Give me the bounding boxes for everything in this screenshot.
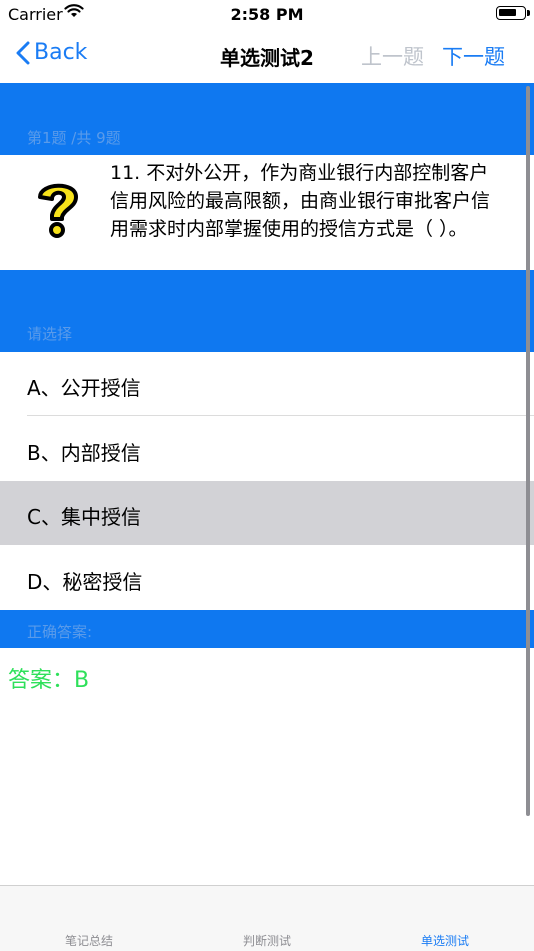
tab-notes-summary[interactable]: 笔记总结: [29, 932, 149, 949]
back-label: Back: [34, 40, 88, 65]
choices-header-band: 请选择: [0, 270, 534, 352]
option-b[interactable]: B、内部授信: [0, 417, 534, 481]
option-label: C、集中授信: [27, 505, 141, 529]
next-question-button[interactable]: 下一题: [442, 41, 505, 71]
clock: 2:58 PM: [230, 5, 304, 24]
tab-single-choice-test[interactable]: 单选测试: [385, 932, 505, 949]
scrollbar[interactable]: [526, 86, 530, 816]
option-label: D、秘密授信: [27, 570, 143, 594]
question-text: 11. 不对外公开，作为商业银行内部控制客户信用风险的最高限额，由商业银行审批客…: [110, 162, 491, 240]
question-progress: 第1题 /共 9题: [27, 129, 121, 147]
navigation-bar: Back 单选测试2 上一题 下一题: [0, 28, 534, 83]
answer-section-label: 正确答案:: [27, 623, 93, 641]
option-a[interactable]: A、公开授信: [0, 352, 534, 416]
chevron-left-icon: [16, 41, 30, 64]
question-row: 11. 不对外公开，作为商业银行内部控制客户信用风险的最高限额，由商业银行审批客…: [0, 155, 534, 270]
option-label: A、公开授信: [27, 376, 141, 400]
question-mark-icon: [30, 177, 86, 243]
tab-bar: 笔记总结 判断测试 单选测试: [0, 885, 534, 951]
answer-text: 答案：B: [8, 668, 90, 693]
status-bar: Carrier 2:58 PM: [0, 0, 534, 28]
question-header-band: 第1题 /共 9题: [0, 83, 534, 155]
tab-judgment-test[interactable]: 判断测试: [207, 932, 327, 949]
answer-header-band: 正确答案:: [0, 610, 534, 648]
previous-question-button[interactable]: 上一题: [361, 41, 424, 71]
back-button[interactable]: Back: [16, 40, 87, 65]
option-label: B、内部授信: [27, 441, 141, 465]
battery-icon: [496, 6, 530, 20]
option-c[interactable]: C、集中授信: [0, 481, 534, 545]
option-d[interactable]: D、秘密授信: [0, 546, 534, 610]
row-divider: [27, 415, 534, 416]
choices-label: 请选择: [27, 325, 73, 343]
